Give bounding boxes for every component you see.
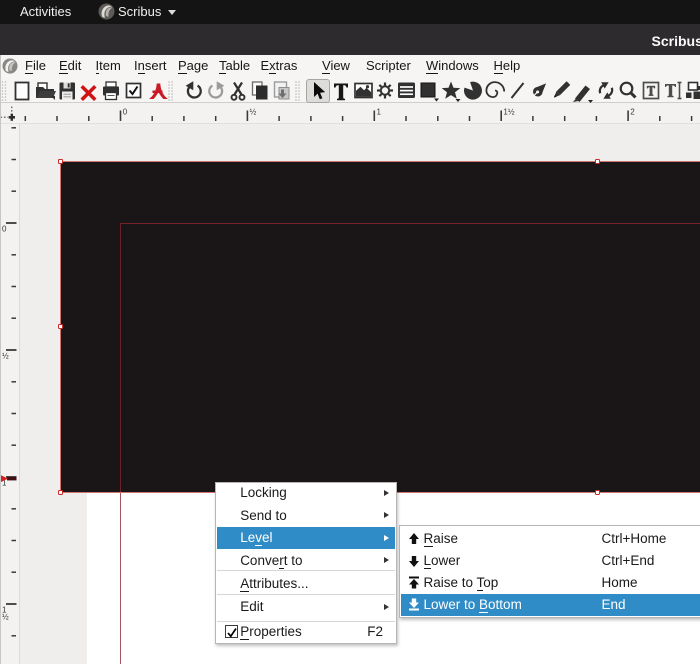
svg-text:1½: 1½ [503,108,514,117]
svg-text:0: 0 [2,225,7,234]
svg-text:½: ½ [250,108,257,117]
svg-text:0: 0 [123,108,128,117]
svg-text:½: ½ [2,352,9,361]
svg-text:2: 2 [630,108,635,117]
svg-text:1: 1 [377,108,382,117]
svg-text:½: ½ [2,613,9,622]
